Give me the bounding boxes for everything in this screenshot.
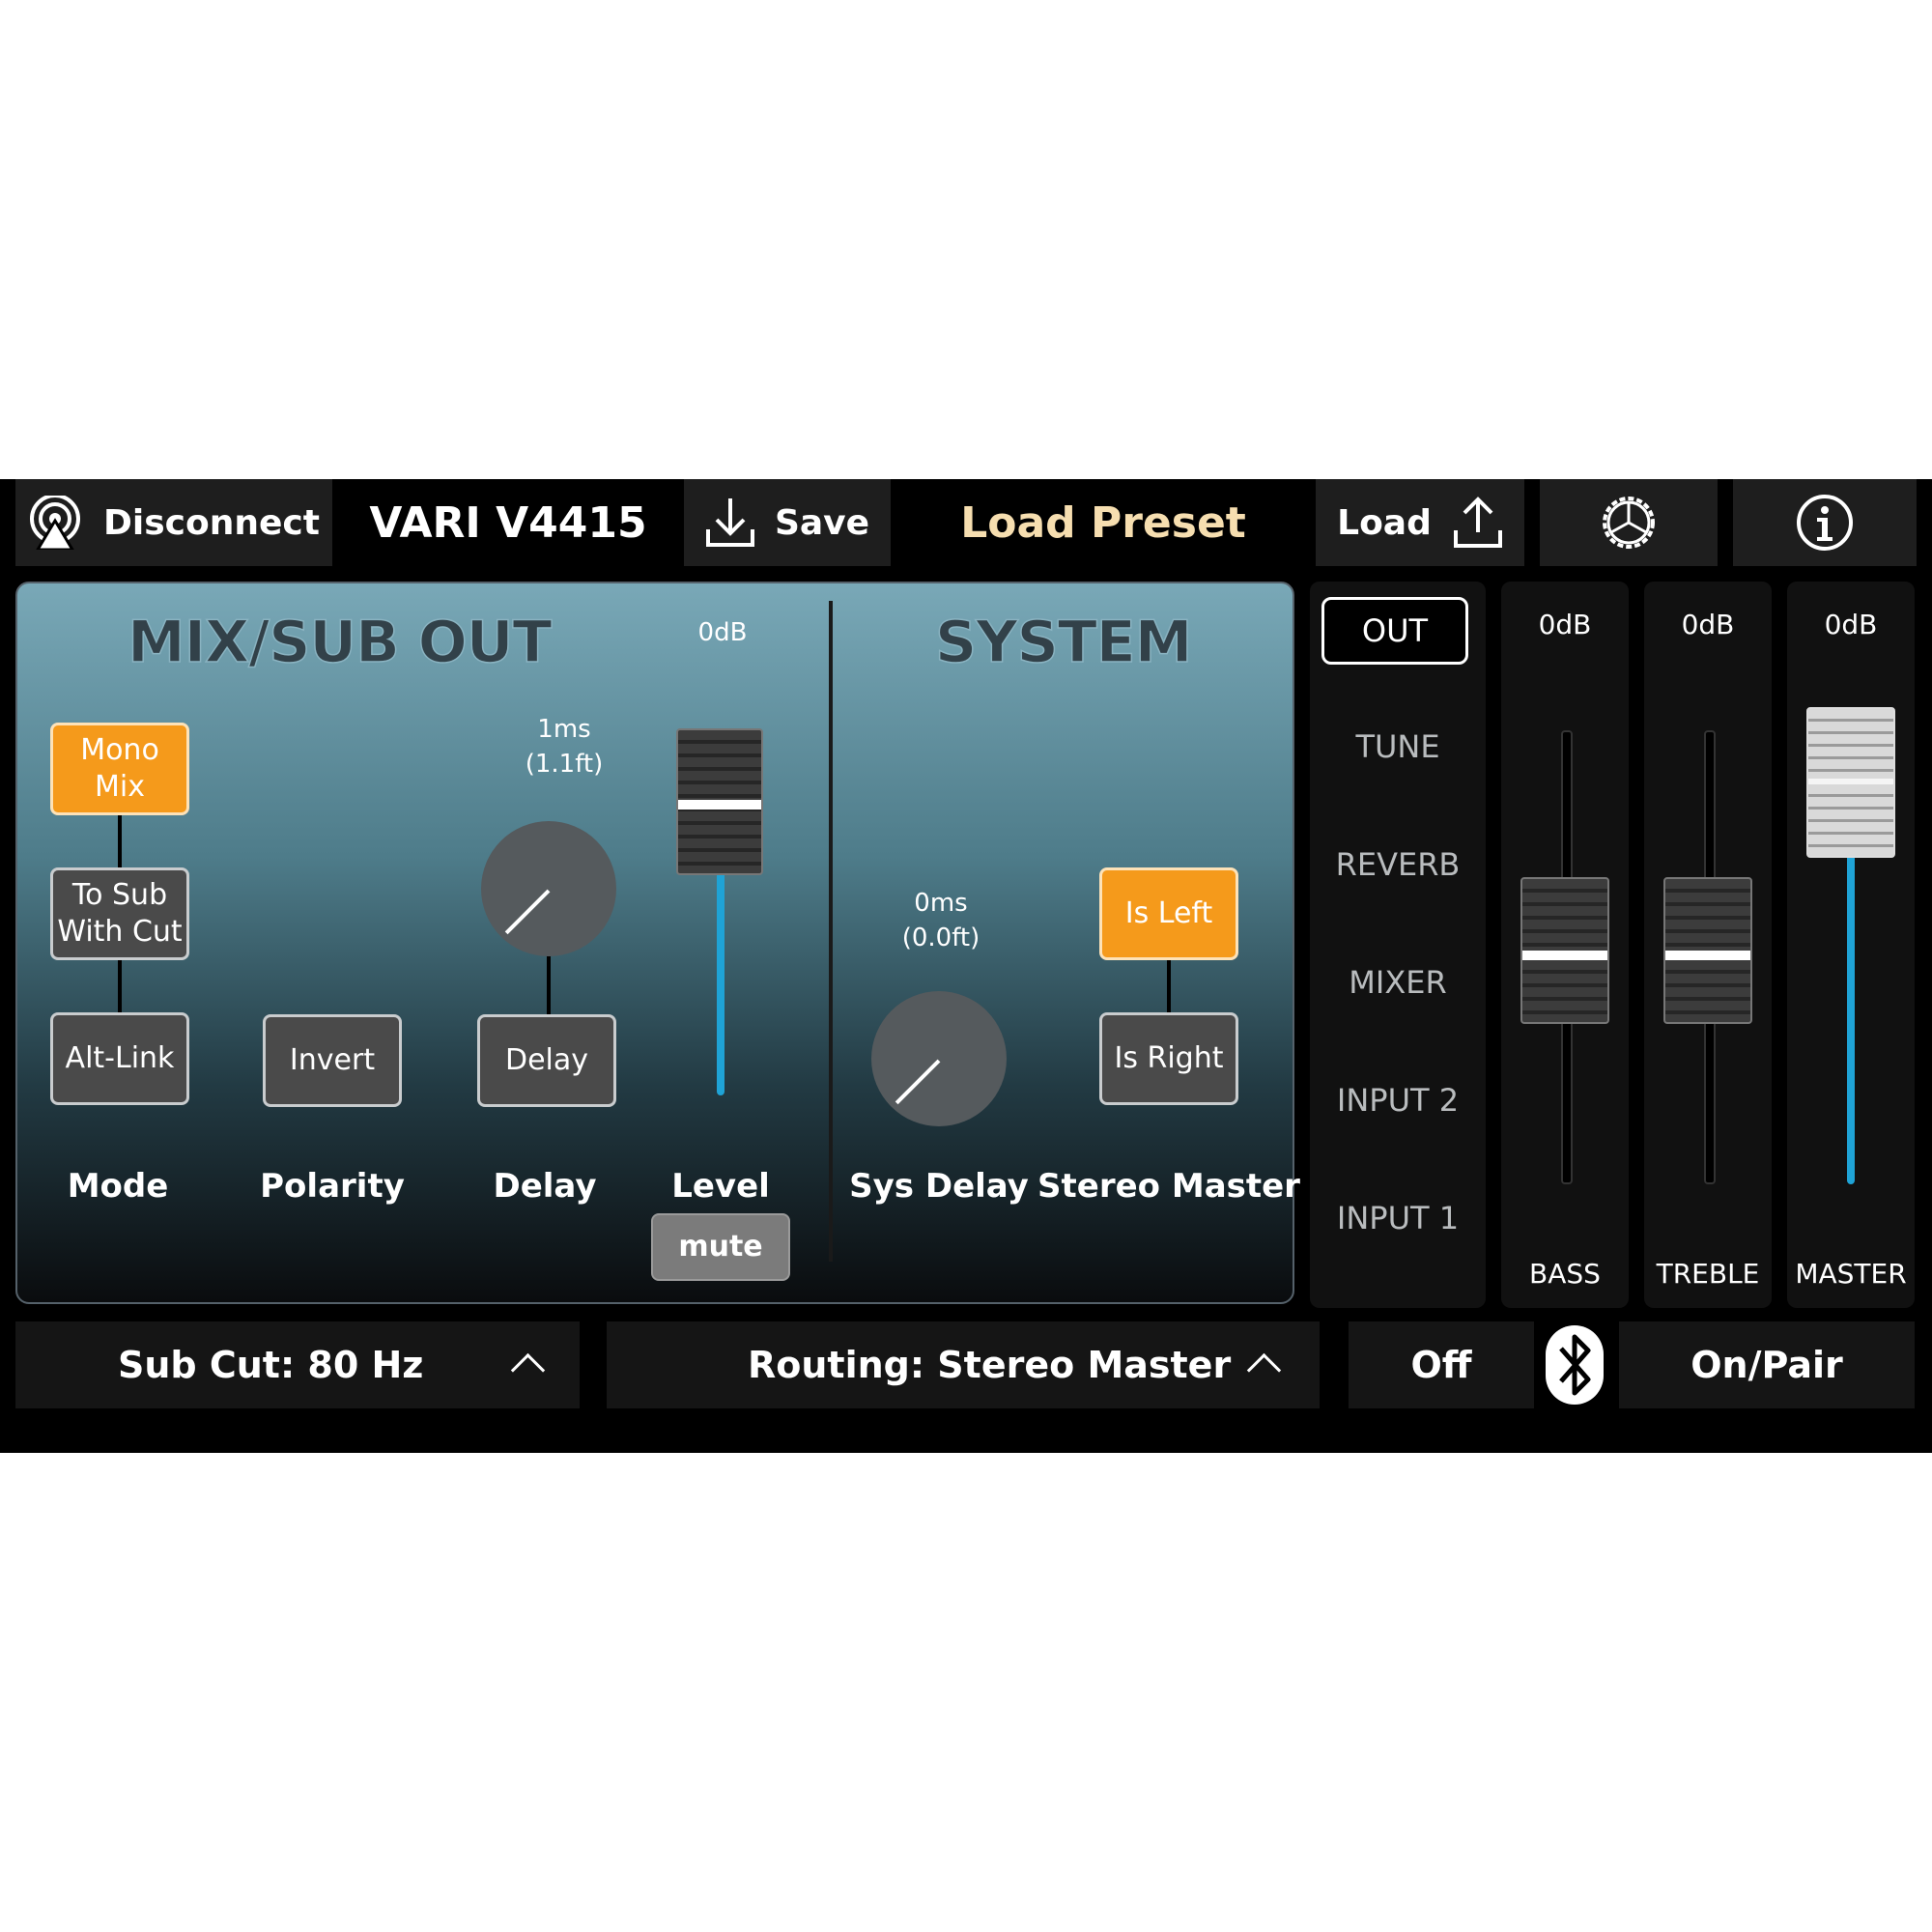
level-value: 0dB bbox=[697, 618, 748, 647]
sys-delay-knob-pointer bbox=[895, 1059, 941, 1105]
level-fader[interactable] bbox=[676, 728, 763, 875]
mixsub-heading: MIX/SUB OUT bbox=[127, 608, 553, 677]
sys-delay-knob[interactable] bbox=[871, 991, 1007, 1126]
broadcast-icon bbox=[30, 496, 81, 550]
settings-button[interactable] bbox=[1540, 479, 1718, 566]
fader-center-line bbox=[678, 800, 761, 810]
is-left-button[interactable]: Is Left bbox=[1099, 867, 1238, 960]
channel-bass: 0dB BASS bbox=[1501, 582, 1629, 1308]
nav-item-tune[interactable]: TUNE bbox=[1310, 728, 1486, 765]
channel-treble: 0dB TREBLE bbox=[1644, 582, 1772, 1308]
app-window: Disconnect VARI V4415 Save Load Preset L… bbox=[0, 479, 1932, 1453]
system-heading: SYSTEM bbox=[934, 608, 1193, 677]
sys-delay-ft: (0.0ft) bbox=[901, 923, 980, 952]
chevron-up-icon bbox=[1246, 1352, 1282, 1388]
load-preset-area[interactable]: Load Preset bbox=[891, 479, 1316, 566]
section-divider bbox=[829, 601, 833, 1262]
delay-knob[interactable] bbox=[481, 821, 616, 956]
alt-link-label: Alt-Link bbox=[65, 1041, 175, 1075]
mix-system-panel: MIX/SUB OUT SYSTEM Mono Mix To Sub With … bbox=[15, 582, 1300, 1304]
load-label: Load bbox=[1337, 502, 1432, 543]
bluetooth-on-pair-button[interactable]: On/Pair bbox=[1619, 1321, 1915, 1408]
delay-button-label: Delay bbox=[504, 1043, 589, 1077]
download-icon bbox=[705, 498, 754, 547]
nav-item-reverb[interactable]: REVERB bbox=[1310, 846, 1486, 883]
stereo-connector bbox=[1167, 960, 1171, 1012]
mono-mix-button[interactable]: Mono Mix bbox=[50, 723, 189, 815]
mute-button[interactable]: mute bbox=[651, 1213, 790, 1281]
delay-button[interactable]: Delay bbox=[477, 1014, 616, 1107]
mode-connector bbox=[118, 960, 122, 1012]
to-sub-with-cut-label: To Sub With Cut bbox=[57, 878, 183, 949]
level-label: Level bbox=[671, 1167, 770, 1206]
device-name: VARI V4415 bbox=[369, 497, 647, 548]
routing-selector[interactable]: Routing: Stereo Master bbox=[607, 1321, 1320, 1408]
invert-label: Invert bbox=[289, 1043, 376, 1077]
bass-fader[interactable] bbox=[1520, 877, 1609, 1024]
info-button[interactable] bbox=[1733, 479, 1917, 566]
is-left-label: Is Left bbox=[1124, 896, 1213, 930]
section-nav: OUT TUNE REVERB MIXER INPUT 2 INPUT 1 bbox=[1310, 582, 1486, 1308]
fader-center-line bbox=[1665, 951, 1750, 960]
mono-mix-label: Mono Mix bbox=[80, 733, 159, 804]
bluetooth-icon bbox=[1546, 1325, 1604, 1405]
master-value: 0dB bbox=[1824, 609, 1878, 640]
mode-label: Mode bbox=[67, 1167, 169, 1206]
bluetooth-off-label: Off bbox=[1410, 1344, 1472, 1386]
treble-label: TREBLE bbox=[1656, 1258, 1760, 1290]
sub-cut-label: Sub Cut: 80 Hz bbox=[118, 1344, 424, 1386]
chevron-up-icon bbox=[510, 1352, 546, 1388]
info-icon bbox=[1797, 495, 1853, 551]
sys-delay-ms: 0ms bbox=[914, 889, 968, 918]
sub-cut-selector[interactable]: Sub Cut: 80 Hz bbox=[15, 1321, 580, 1408]
invert-button[interactable]: Invert bbox=[263, 1014, 402, 1107]
nav-item-out[interactable]: OUT bbox=[1321, 597, 1468, 665]
disconnect-button[interactable]: Disconnect bbox=[15, 479, 332, 566]
delay-value-ft: (1.1ft) bbox=[525, 750, 604, 779]
master-fader[interactable] bbox=[1806, 707, 1895, 858]
treble-value: 0dB bbox=[1681, 609, 1735, 640]
mute-label: mute bbox=[678, 1230, 763, 1264]
delay-value-ms: 1ms bbox=[537, 715, 591, 744]
master-meter-fill bbox=[1847, 852, 1855, 1184]
nav-item-input-1[interactable]: INPUT 1 bbox=[1310, 1200, 1486, 1236]
delay-knob-pointer bbox=[504, 889, 551, 935]
save-label: Save bbox=[774, 502, 870, 543]
master-label: MASTER bbox=[1795, 1258, 1907, 1290]
bass-label: BASS bbox=[1529, 1258, 1601, 1290]
upload-icon bbox=[1453, 497, 1502, 548]
alt-link-button[interactable]: Alt-Link bbox=[50, 1012, 189, 1105]
polarity-label: Polarity bbox=[260, 1167, 405, 1206]
delay-connector bbox=[547, 956, 551, 1014]
settings-icon bbox=[1603, 497, 1655, 549]
nav-item-out-label: OUT bbox=[1361, 612, 1429, 649]
fader-center-line bbox=[1522, 951, 1607, 960]
bluetooth-on-pair-label: On/Pair bbox=[1690, 1344, 1843, 1386]
routing-label: Routing: Stereo Master bbox=[748, 1344, 1232, 1386]
disconnect-label: Disconnect bbox=[103, 502, 320, 543]
channel-master: 0dB MASTER bbox=[1787, 582, 1915, 1308]
fader-center-line bbox=[1808, 779, 1893, 784]
save-button[interactable]: Save bbox=[684, 479, 891, 566]
bass-value: 0dB bbox=[1538, 609, 1592, 640]
sys-delay-label: Sys Delay bbox=[849, 1167, 1029, 1206]
treble-fader[interactable] bbox=[1663, 877, 1752, 1024]
device-name-area: VARI V4415 bbox=[332, 479, 684, 566]
stereo-master-label: Stereo Master bbox=[1037, 1167, 1300, 1206]
load-button[interactable]: Load bbox=[1316, 479, 1524, 566]
to-sub-with-cut-button[interactable]: To Sub With Cut bbox=[50, 867, 189, 960]
is-right-button[interactable]: Is Right bbox=[1099, 1012, 1238, 1105]
is-right-label: Is Right bbox=[1114, 1041, 1224, 1075]
mode-connector bbox=[118, 815, 122, 867]
load-preset-label: Load Preset bbox=[960, 497, 1246, 548]
bluetooth-off-button[interactable]: Off bbox=[1349, 1321, 1534, 1408]
nav-item-mixer[interactable]: MIXER bbox=[1310, 964, 1486, 1001]
nav-item-input-2[interactable]: INPUT 2 bbox=[1310, 1082, 1486, 1119]
